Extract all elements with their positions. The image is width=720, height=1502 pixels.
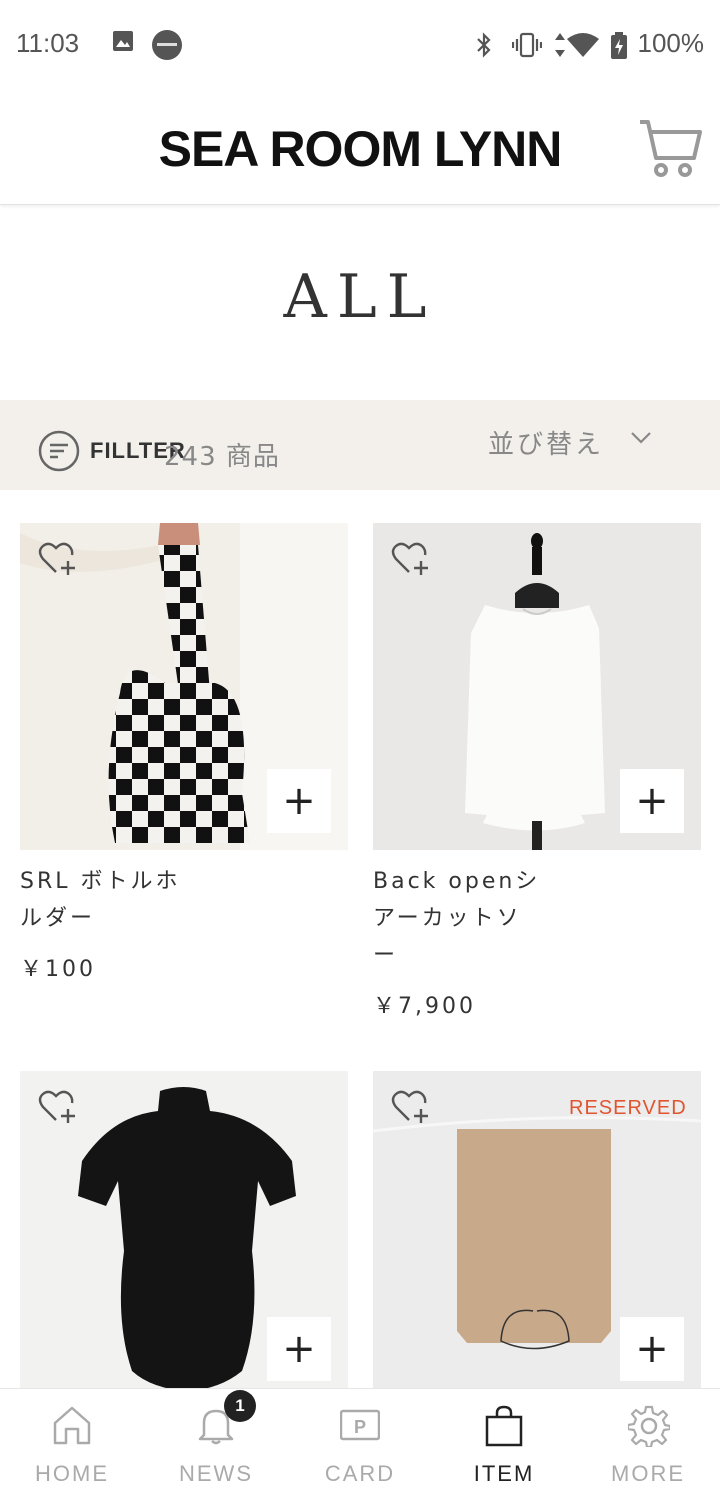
plus-icon: +: [282, 1326, 316, 1372]
app-header: SEA ROOM LYNN: [0, 90, 720, 205]
filter-bar: FILLTER 243 商品 並び替え: [0, 400, 720, 490]
product-image[interactable]: +: [20, 523, 348, 850]
add-to-cart-button[interactable]: +: [620, 1317, 684, 1381]
add-to-favorites-icon[interactable]: [38, 541, 78, 581]
status-bar: 11:03 100%: [0, 0, 720, 90]
nav-label: NEWS: [179, 1461, 253, 1486]
product-name-line: ルダー: [20, 906, 96, 931]
cart-icon: [638, 120, 702, 184]
nav-label: HOME: [35, 1461, 109, 1486]
battery-icon: [610, 32, 628, 64]
sort-label: 並び替え: [488, 430, 605, 460]
product-image[interactable]: RESERVED +: [373, 1071, 701, 1398]
product-name-line: ー: [373, 943, 399, 968]
bottom-navigation: HOME NEWS P CARD ITEM MORE: [0, 1388, 720, 1502]
filter-icon: [38, 430, 80, 476]
product-name-line: アーカットソ: [373, 906, 522, 931]
reserved-badge: RESERVED: [569, 1097, 687, 1119]
data-transfer-icon: [554, 32, 566, 62]
cart-button[interactable]: [638, 118, 702, 184]
product-image[interactable]: +: [20, 1071, 348, 1398]
nav-label: MORE: [611, 1461, 685, 1486]
status-time: 11:03: [16, 28, 80, 58]
add-to-favorites-icon[interactable]: [391, 541, 431, 581]
nav-card[interactable]: P CARD: [288, 1389, 432, 1502]
product-name[interactable]: SRL ボトルホ ルダー: [20, 863, 220, 937]
wifi-icon: [566, 32, 600, 62]
nav-news[interactable]: NEWS: [144, 1389, 288, 1502]
chevron-down-icon: [630, 430, 652, 449]
nav-home[interactable]: HOME: [0, 1389, 144, 1502]
nav-label: CARD: [324, 1461, 396, 1486]
app-notification-icon: [152, 30, 182, 64]
image-notification-icon: [112, 30, 134, 56]
add-to-cart-button[interactable]: +: [267, 1317, 331, 1381]
shopping-bag-icon: [484, 1405, 524, 1451]
nav-more[interactable]: MORE: [576, 1389, 720, 1502]
product-image[interactable]: +: [373, 523, 701, 850]
page-title: ALL: [283, 262, 437, 332]
product-price: ￥100: [20, 957, 96, 982]
notification-badge: 1: [224, 1390, 256, 1422]
battery-percent: 100%: [637, 28, 705, 58]
svg-text:P: P: [354, 1417, 366, 1437]
add-to-cart-button[interactable]: +: [267, 769, 331, 833]
nav-label: ITEM: [473, 1461, 535, 1486]
add-to-cart-button[interactable]: +: [620, 769, 684, 833]
product-name-line: Back openシ: [373, 869, 541, 894]
gear-icon: [626, 1405, 672, 1451]
product-price: ￥7,900: [373, 994, 476, 1019]
product-name[interactable]: Back openシ アーカットソ ー: [373, 863, 573, 974]
product-name-line: SRL ボトルホ: [20, 869, 181, 894]
plus-icon: +: [635, 1326, 669, 1372]
home-icon: [52, 1405, 92, 1449]
point-card-icon: P: [339, 1405, 381, 1449]
nav-item-tab[interactable]: ITEM: [432, 1389, 576, 1502]
plus-icon: +: [282, 778, 316, 824]
brand-logo[interactable]: SEA ROOM LYNN: [0, 120, 720, 178]
add-to-favorites-icon[interactable]: [38, 1089, 78, 1129]
bluetooth-icon: [474, 32, 494, 62]
plus-icon: +: [635, 778, 669, 824]
add-to-favorites-icon[interactable]: [391, 1089, 431, 1129]
vibrate-icon: [511, 32, 543, 62]
item-count: 243 商品: [164, 442, 280, 472]
